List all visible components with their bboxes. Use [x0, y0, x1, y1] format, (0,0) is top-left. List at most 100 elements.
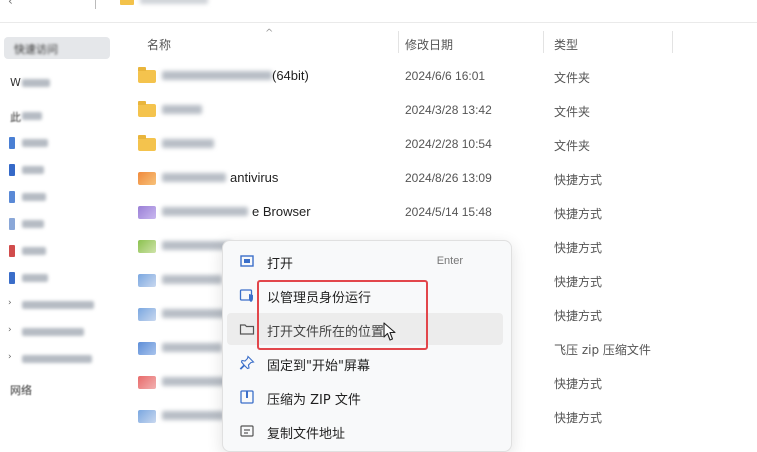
folder-icon	[138, 135, 156, 151]
file-name: e Browser	[252, 204, 311, 219]
chevron-right-icon[interactable]: ›	[8, 352, 12, 362]
highlight-annotation-box	[257, 280, 428, 350]
mouse-cursor-icon	[383, 322, 396, 341]
shortcut-icon	[138, 410, 156, 423]
navigation-pane: 快速访问 W 此 › › › 网络	[0, 22, 118, 439]
menu-item-label: 固定到"开始"屏幕	[267, 359, 370, 374]
sidebar-item[interactable]	[0, 213, 118, 235]
sidebar-item[interactable]	[0, 186, 118, 208]
sidebar-item-blurred-label	[22, 355, 92, 363]
table-row[interactable]: antivirus 2024/8/26 13:09 快捷方式	[130, 161, 690, 195]
file-type: 文件夹	[554, 105, 591, 119]
folder-icon	[138, 101, 156, 117]
file-type: 快捷方式	[554, 275, 603, 289]
sort-caret-icon: ^	[265, 28, 274, 39]
shortcut-hint: Enter	[436, 255, 463, 267]
sidebar-item-w[interactable]: W	[0, 72, 118, 94]
sidebar-item-pc[interactable]: 此	[0, 105, 118, 127]
menu-item-compress-zip[interactable]: 压缩为 ZIP 文件	[227, 381, 503, 413]
file-date: 2024/3/28 13:42	[405, 103, 492, 117]
table-row[interactable]: 2024/2/28 10:54 文件夹	[130, 127, 690, 161]
table-row[interactable]: (64bit) 2024/6/6 16:01 文件夹	[130, 59, 690, 93]
shield-admin-icon	[239, 289, 253, 302]
toolbar-divider	[95, 0, 96, 9]
chevron-right-icon[interactable]: ›	[8, 325, 12, 335]
sidebar-item-label: 此	[10, 111, 21, 124]
column-divider[interactable]	[398, 31, 399, 53]
file-type: 快捷方式	[554, 377, 603, 391]
file-type: 快捷方式	[554, 207, 603, 221]
column-header-type[interactable]: 类型	[554, 36, 578, 53]
sidebar-item-blurred-label	[22, 112, 42, 120]
file-name: (64bit)	[272, 68, 309, 83]
drive-icon	[9, 137, 15, 149]
folder-icon	[120, 0, 134, 5]
file-type: 飞压 zip 压缩文件	[554, 343, 651, 357]
column-header-modified[interactable]: 修改日期	[405, 36, 453, 53]
file-type: 快捷方式	[554, 173, 603, 187]
sidebar-item-expandable[interactable]: ›	[0, 348, 118, 370]
shortcut-icon	[138, 308, 156, 321]
shortcut-icon	[138, 206, 156, 219]
sidebar-item-blurred-label	[22, 220, 44, 228]
shortcut-icon	[138, 240, 156, 253]
sidebar-item[interactable]	[0, 267, 118, 289]
sidebar-item-blurred-label	[22, 79, 50, 87]
column-header-name[interactable]: 名称	[147, 36, 171, 53]
file-date: 2024/2/28 10:54	[405, 137, 492, 151]
sidebar-item[interactable]	[0, 159, 118, 181]
drive-icon	[9, 218, 15, 230]
file-name-blurred	[162, 207, 248, 216]
file-type: 快捷方式	[554, 241, 603, 255]
shortcut-icon	[138, 172, 156, 185]
sidebar-item-blurred-label	[22, 274, 48, 282]
file-date: 2024/6/6 16:01	[405, 69, 486, 83]
file-type: 文件夹	[554, 139, 591, 153]
sidebar-item-blurred-label	[22, 301, 94, 309]
file-name-blurred	[162, 377, 228, 386]
file-name: antivirus	[230, 170, 279, 185]
file-name-blurred	[162, 275, 222, 284]
chevron-right-icon[interactable]: ›	[8, 298, 12, 308]
sidebar-item-label: 快速访问	[14, 43, 58, 56]
file-type: 快捷方式	[554, 411, 603, 425]
column-divider[interactable]	[543, 31, 544, 53]
shortcut-icon	[138, 376, 156, 389]
zip-icon	[138, 342, 156, 355]
sidebar-item-label: W	[10, 76, 21, 89]
menu-item-open[interactable]: 打开 Enter	[227, 245, 503, 277]
file-name-blurred	[162, 411, 224, 420]
table-row[interactable]: e Browser 2024/5/14 15:48 快捷方式	[130, 195, 690, 229]
nav-arrow-icon[interactable]: ‹	[8, 0, 30, 10]
sidebar-item[interactable]	[0, 240, 118, 262]
sidebar-item-blurred-label	[22, 247, 46, 255]
column-divider[interactable]	[672, 31, 673, 53]
sidebar-item-quick-access[interactable]: 快速访问	[4, 37, 110, 59]
folder-icon	[138, 67, 156, 83]
shortcut-icon	[138, 274, 156, 287]
sidebar-item-expandable[interactable]: ›	[0, 321, 118, 343]
menu-item-label: 复制文件地址	[267, 427, 346, 442]
file-name-blurred	[162, 173, 226, 182]
menu-item-label: 压缩为 ZIP 文件	[267, 393, 361, 408]
drive-icon	[9, 272, 15, 284]
file-name-blurred	[162, 343, 222, 352]
breadcrumb[interactable]	[140, 0, 208, 4]
table-row[interactable]: 2024/3/28 13:42 文件夹	[130, 93, 690, 127]
file-name-blurred	[162, 105, 202, 114]
open-icon	[240, 255, 254, 267]
sidebar-item-blurred-label	[22, 139, 48, 147]
menu-item-copy-path[interactable]: 复制文件地址	[227, 415, 503, 447]
sidebar-item-expandable[interactable]: ›	[0, 294, 118, 316]
folder-outline-icon	[239, 324, 255, 335]
menu-item-pin-to-start[interactable]: 固定到"开始"屏幕	[227, 347, 503, 379]
sidebar-item-blurred-label	[22, 166, 44, 174]
sidebar-item[interactable]	[0, 132, 118, 154]
file-name-blurred	[162, 309, 226, 318]
drive-icon	[9, 191, 15, 203]
zip-archive-icon	[240, 390, 254, 404]
sidebar-item-label: 网络	[10, 384, 32, 397]
sidebar-item-network[interactable]: 网络	[0, 378, 118, 400]
sidebar-item-blurred-label	[22, 193, 46, 201]
file-name-blurred	[162, 71, 272, 80]
